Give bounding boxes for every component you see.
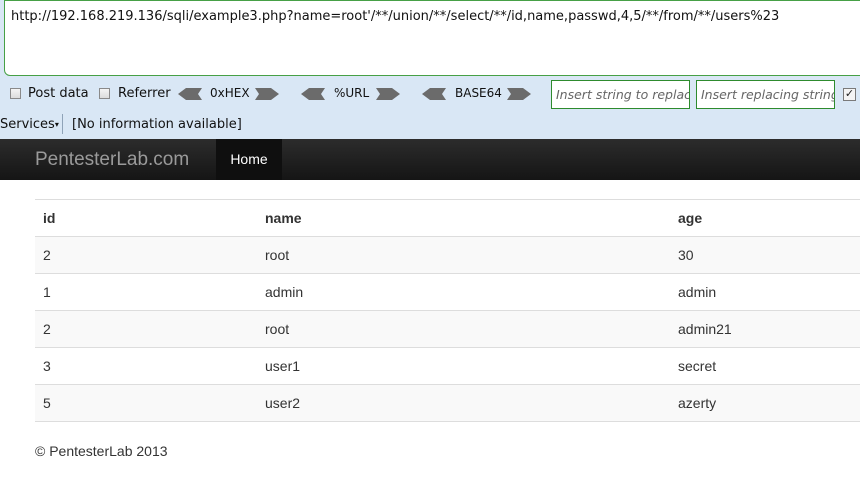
replace-enable-checkbox[interactable]: ✓ [843,88,856,101]
cell-name: user2 [257,384,670,422]
hackbar-toolbar: http://192.168.219.136/sqli/example3.php… [0,0,860,139]
header-name: name [257,199,670,237]
replacing-string-input[interactable]: Insert replacing string [696,80,835,109]
cell-age: admin21 [670,310,860,348]
info-text: [No information available] [72,117,242,132]
url-label: %URL [334,86,370,100]
header-age: age [670,199,860,237]
table-row: 1 admin admin [35,273,860,311]
post-data-checkbox[interactable] [10,88,21,99]
url-decode-arrow-icon[interactable] [301,88,325,100]
hex-decode-arrow-icon[interactable] [178,88,202,100]
table-row: 2 root 30 [35,236,860,274]
table-row: 5 user2 azerty [35,384,860,422]
hex-encode-arrow-icon[interactable] [255,88,279,100]
brand-logo[interactable]: PentesterLab.com [35,149,189,171]
chevron-down-icon: ▾ [54,120,59,129]
cell-name: root [257,236,670,274]
status-row: Services▾ [No information available] [0,112,860,138]
results-table: id name age 2 root 30 1 admin admin 2 ro… [35,199,860,422]
cell-name: user1 [257,347,670,385]
cell-age: secret [670,347,860,385]
url-encode-arrow-icon[interactable] [376,88,400,100]
navbar: PentesterLab.com Home [0,139,860,180]
cell-age: azerty [670,384,860,422]
url-textarea[interactable]: http://192.168.219.136/sqli/example3.php… [4,0,860,76]
cell-id: 2 [35,236,257,274]
table-header-row: id name age [35,199,860,237]
base64-label: BASE64 [455,86,502,100]
cell-id: 3 [35,347,257,385]
services-menu[interactable]: Services▾ [0,117,59,132]
services-label: Services [0,117,55,132]
post-data-label: Post data [28,86,89,101]
cell-id: 1 [35,273,257,311]
referrer-label: Referrer [118,86,171,101]
cell-id: 5 [35,384,257,422]
options-row: Post data Referrer 0xHEX %URL BASE64 Ins… [0,80,860,110]
cell-name: admin [257,273,670,311]
table-row: 3 user1 secret [35,347,860,385]
referrer-checkbox[interactable] [99,88,110,99]
cell-age: 30 [670,236,860,274]
cell-age: admin [670,273,860,311]
replace-string-input[interactable]: Insert string to replace [551,80,690,109]
status-divider [62,114,63,134]
cell-id: 2 [35,310,257,348]
table-row: 2 root admin21 [35,310,860,348]
base64-encode-arrow-icon[interactable] [507,88,531,100]
hex-label: 0xHEX [210,86,250,100]
cell-name: root [257,310,670,348]
header-id: id [35,199,257,237]
footer-copyright: © PentesterLab 2013 [35,443,168,459]
base64-decode-arrow-icon[interactable] [422,88,446,100]
nav-home-link[interactable]: Home [216,139,282,180]
